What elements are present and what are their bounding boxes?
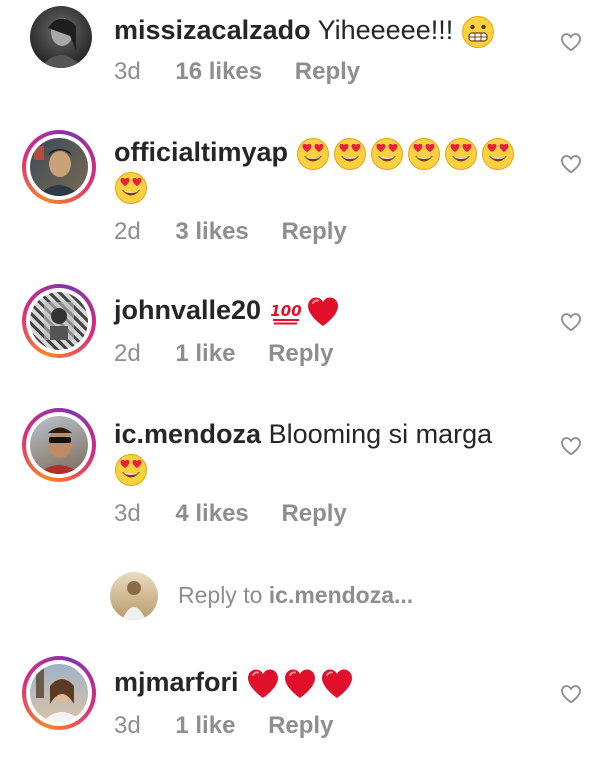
heart-eyes-emoji-icon (115, 453, 147, 486)
heart-eyes-emoji-icon (444, 137, 477, 170)
avatar[interactable] (22, 408, 96, 482)
heart-eyes-emoji-icon (115, 171, 147, 204)
heart-eyes-emoji-icon (296, 137, 329, 170)
comment-age: 2d (114, 340, 141, 367)
like-heart-icon[interactable] (560, 154, 582, 174)
like-heart-icon[interactable] (560, 684, 582, 704)
comment-age: 3d (114, 712, 141, 739)
grimace-emoji-icon (461, 15, 494, 48)
red-heart-emoji-icon (248, 669, 279, 698)
avatar[interactable] (22, 656, 96, 730)
avatar[interactable] (30, 6, 104, 80)
reply-to-target: ic.mendoza... (268, 582, 414, 608)
like-heart-icon[interactable] (560, 32, 582, 52)
comment-likes[interactable]: 1 like (175, 340, 235, 368)
reply-to-label[interactable]: Reply to ic.mendoza... (178, 582, 413, 609)
hundred-emoji-icon: 100 (270, 302, 301, 325)
reply-button[interactable]: Reply (295, 58, 360, 86)
like-heart-icon[interactable] (560, 436, 582, 456)
current-user-avatar (110, 572, 158, 620)
avatar[interactable] (22, 130, 96, 204)
svg-text:100: 100 (270, 302, 301, 320)
reply-button[interactable]: Reply (281, 500, 346, 528)
comment-likes[interactable]: 1 like (175, 712, 235, 740)
comment-username[interactable]: ic.mendoza (114, 419, 261, 449)
comment-likes[interactable]: 16 likes (175, 58, 262, 86)
comment-username[interactable]: missizacalzado (114, 15, 311, 45)
red-heart-emoji-icon (285, 669, 316, 698)
heart-eyes-emoji-icon (407, 137, 440, 170)
comment-text: Blooming si marga (268, 419, 493, 449)
avatar[interactable] (22, 284, 96, 358)
comment-likes[interactable]: 3 likes (175, 218, 248, 246)
like-heart-icon[interactable] (560, 312, 582, 332)
reply-to-prefix: Reply to (178, 582, 263, 608)
comment-age: 3d (114, 500, 141, 527)
red-heart-emoji-icon (322, 669, 353, 698)
comment-age: 2d (114, 218, 141, 245)
heart-eyes-emoji-icon (333, 137, 366, 170)
comment-likes[interactable]: 4 likes (175, 500, 248, 528)
reply-button[interactable]: Reply (281, 218, 346, 246)
reply-button[interactable]: Reply (268, 340, 333, 368)
heart-eyes-emoji-icon (481, 137, 514, 170)
comment-text: Yiheeeee!!! (317, 15, 454, 45)
comment-age: 3d (114, 58, 141, 85)
heart-eyes-emoji-icon (370, 137, 403, 170)
reply-button[interactable]: Reply (268, 712, 333, 740)
comment-username[interactable]: mjmarfori (114, 667, 239, 697)
red-heart-emoji-icon (307, 297, 338, 326)
reply-input-row[interactable]: Reply to ic.mendoza... (110, 572, 570, 620)
comment-username[interactable]: officialtimyap (114, 137, 288, 167)
comment-username[interactable]: johnvalle20 (114, 295, 261, 325)
